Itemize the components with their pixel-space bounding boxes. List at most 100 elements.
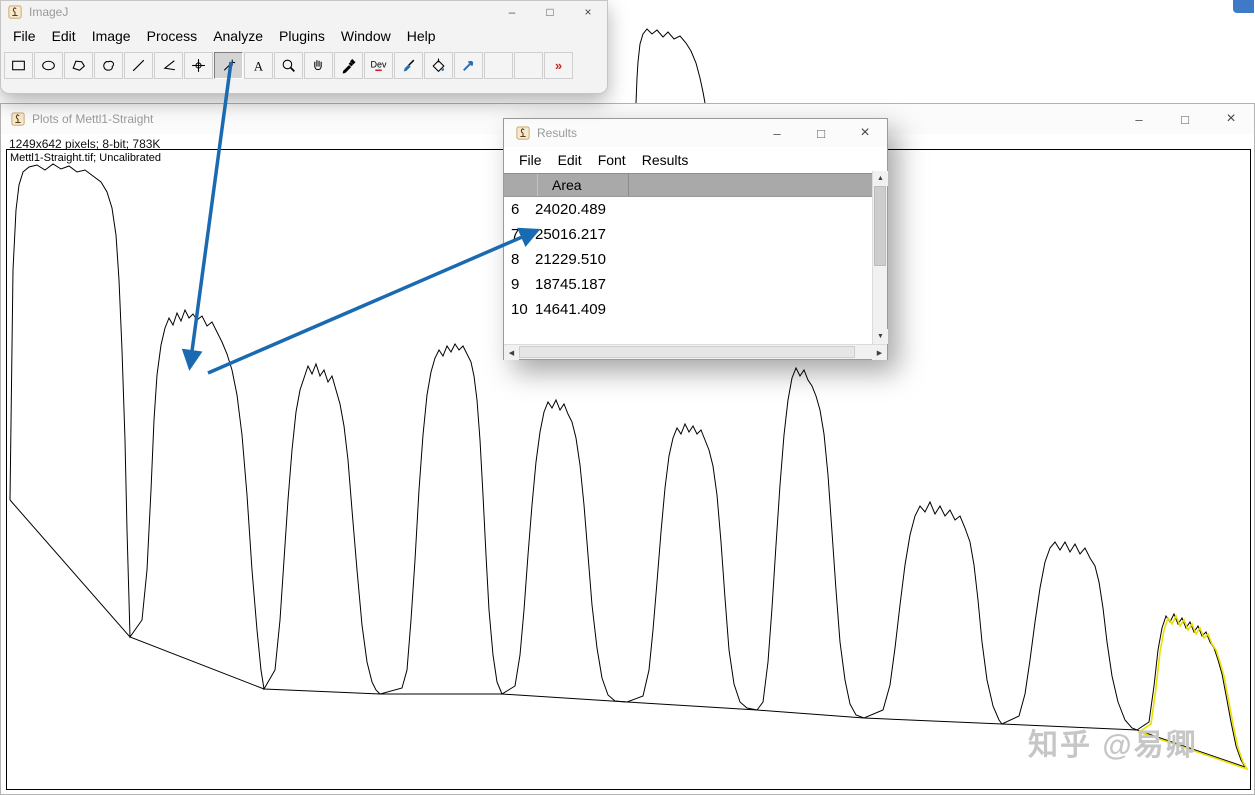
- results-row-6[interactable]: 6 24020.489: [504, 197, 872, 222]
- row-number: 10: [511, 301, 528, 318]
- spare-tool-1-icon: [490, 57, 507, 74]
- minimize-button[interactable]: –: [1116, 104, 1162, 134]
- results-row-8[interactable]: 8 21229.510: [504, 247, 872, 272]
- minimize-button[interactable]: –: [755, 119, 799, 147]
- oval-tool-icon: [42, 60, 55, 71]
- results-menu-edit[interactable]: Edit: [550, 150, 590, 170]
- rectangle-tool-icon: [12, 60, 25, 71]
- area-value: 25016.217: [535, 226, 606, 243]
- imagej-toolbar: A Dev »: [1, 49, 607, 82]
- svg-text:Dev: Dev: [370, 60, 387, 70]
- results-menu-results[interactable]: Results: [634, 150, 697, 170]
- polygon-tool-icon: [72, 60, 86, 71]
- close-button[interactable]: ×: [1208, 104, 1254, 134]
- menu-image[interactable]: Image: [84, 26, 139, 46]
- imagej-icon: [516, 126, 530, 140]
- wand-tool-icon: [223, 59, 236, 71]
- background-window-fragment: [1233, 0, 1254, 13]
- horizontal-scrollbar-thumb[interactable]: [519, 346, 855, 358]
- freehand-tool[interactable]: [94, 52, 123, 79]
- imagej-titlebar: ImageJ – □ ×: [1, 1, 607, 23]
- close-button[interactable]: ×: [843, 119, 887, 147]
- brush-tool-icon: [403, 59, 415, 72]
- horizontal-scrollbar[interactable]: ◀ ▶: [504, 344, 887, 360]
- maximize-button[interactable]: □: [531, 1, 569, 23]
- row-number: 8: [511, 251, 520, 268]
- rectangle-tool[interactable]: [4, 52, 33, 79]
- point-tool[interactable]: [184, 52, 213, 79]
- svg-text:»: »: [555, 58, 562, 73]
- results-table-body: 6 24020.489 7 25016.217 8 21229.510 9 18745.187…: [504, 197, 872, 344]
- row-number: 7: [511, 226, 520, 243]
- results-row-9[interactable]: 9 18745.187: [504, 272, 872, 297]
- flood-fill-tool-icon: [432, 58, 445, 73]
- polygon-tool[interactable]: [64, 52, 93, 79]
- close-button[interactable]: ×: [569, 1, 607, 23]
- area-value: 24020.489: [535, 201, 606, 218]
- results-menu-file[interactable]: File: [511, 150, 550, 170]
- dev-tool-icon: Dev: [370, 60, 387, 72]
- dev-tool[interactable]: Dev: [364, 52, 393, 79]
- results-row-10[interactable]: 10 14641.409: [504, 297, 872, 322]
- freehand-tool-icon: [103, 60, 115, 71]
- results-menubar: File Edit Font Results: [504, 147, 887, 173]
- more-tools[interactable]: »: [544, 52, 573, 79]
- spare-tool-1[interactable]: [484, 52, 513, 79]
- menu-process[interactable]: Process: [139, 26, 206, 46]
- hand-tool[interactable]: [304, 52, 333, 79]
- angle-tool-icon: [163, 60, 175, 71]
- arrow-tool[interactable]: [454, 52, 483, 79]
- scroll-up-arrow-icon[interactable]: ▲: [873, 171, 888, 186]
- vertical-scrollbar-thumb[interactable]: [874, 186, 886, 266]
- spare-tool-2[interactable]: [514, 52, 543, 79]
- background-curve-fragment: [635, 28, 706, 103]
- scroll-right-arrow-icon[interactable]: ▶: [872, 345, 887, 360]
- menu-plugins[interactable]: Plugins: [271, 26, 333, 46]
- maximize-button[interactable]: □: [799, 119, 843, 147]
- plot-calibration-label: Mettl1-Straight.tif; Uncalibrated: [10, 152, 162, 164]
- menu-file[interactable]: File: [5, 26, 44, 46]
- menu-help[interactable]: Help: [399, 26, 444, 46]
- row-number-column-header: [504, 174, 538, 196]
- results-row-7[interactable]: 7 25016.217: [504, 222, 872, 247]
- svg-text:A: A: [254, 59, 264, 73]
- vertical-scrollbar[interactable]: ▲ ▼: [872, 171, 888, 344]
- oval-tool[interactable]: [34, 52, 63, 79]
- imagej-main-window: ImageJ – □ × File Edit Image Process Analyze…: [0, 0, 608, 94]
- angle-tool[interactable]: [154, 52, 183, 79]
- results-window: Results – □ × File Edit Font Results Area 6…: [503, 118, 888, 360]
- imagej-menubar: File Edit Image Process Analyze Plugins Window…: [1, 23, 607, 49]
- zoom-tool[interactable]: [274, 52, 303, 79]
- imagej-icon: [8, 5, 22, 19]
- menu-edit[interactable]: Edit: [44, 26, 84, 46]
- results-window-title: Results: [537, 126, 578, 140]
- results-table-header: Area: [504, 173, 872, 197]
- dropper-tool-icon: [342, 59, 356, 74]
- brush-tool[interactable]: [394, 52, 423, 79]
- maximize-button[interactable]: □: [1162, 104, 1208, 134]
- row-number: 9: [511, 276, 520, 293]
- flood-fill-tool[interactable]: [424, 52, 453, 79]
- arrow-tool-icon: [463, 60, 474, 71]
- results-titlebar: Results – □ ×: [504, 119, 887, 147]
- menu-analyze[interactable]: Analyze: [205, 26, 271, 46]
- text-tool[interactable]: A: [244, 52, 273, 79]
- hand-tool-icon: [314, 60, 322, 71]
- imagej-window-title: ImageJ: [29, 5, 69, 19]
- minimize-button[interactable]: –: [493, 1, 531, 23]
- more-tools-icon: »: [555, 58, 562, 73]
- area-value: 18745.187: [535, 276, 606, 293]
- line-tool[interactable]: [124, 52, 153, 79]
- scroll-down-arrow-icon[interactable]: ▼: [873, 329, 888, 344]
- spare-tool-2-icon: [520, 57, 537, 74]
- menu-window[interactable]: Window: [333, 26, 399, 46]
- results-menu-font[interactable]: Font: [590, 150, 634, 170]
- area-value: 21229.510: [535, 251, 606, 268]
- text-tool-icon: A: [254, 59, 264, 73]
- scroll-left-arrow-icon[interactable]: ◀: [504, 345, 519, 360]
- area-value: 14641.409: [535, 301, 606, 318]
- plots-window-title: Plots of Mettl1-Straight: [32, 112, 154, 126]
- wand-tool[interactable]: [214, 52, 243, 79]
- dropper-tool[interactable]: [334, 52, 363, 79]
- point-tool-icon: [192, 59, 205, 72]
